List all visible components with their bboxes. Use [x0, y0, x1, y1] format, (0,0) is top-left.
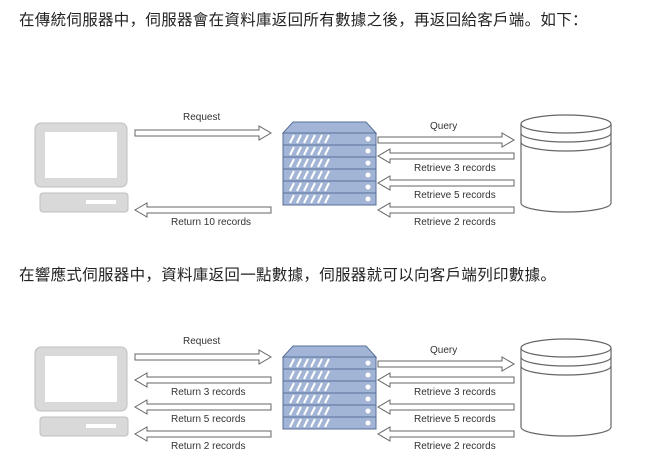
- db-return-arrow: [377, 202, 515, 218]
- db-return-arrow: [377, 175, 515, 191]
- traditional-server-diagram: Request Query Retrieve 3 records Retrieve 5…: [34, 112, 612, 228]
- query-label: Query: [430, 345, 457, 356]
- client-computer-icon: [34, 346, 129, 437]
- paragraph-reactive-server: 在響應式伺服器中，資料庫返回一點數據，伺服器就可以向客戶端列印數據。: [19, 266, 557, 284]
- query-arrow: [377, 132, 515, 148]
- client-return-arrow: [134, 372, 272, 388]
- db-return-arrow: [377, 148, 515, 164]
- server-stack-icon: [281, 121, 378, 206]
- query-label: Query: [430, 121, 457, 132]
- client-return-arrow: [134, 399, 272, 415]
- server-stack-icon: [281, 345, 378, 430]
- db-return-label: Retrieve 2 records: [414, 217, 496, 228]
- client-return-label: Return 2 records: [171, 441, 245, 452]
- client-return-label: Return 5 records: [171, 414, 245, 425]
- db-return-label: Retrieve 3 records: [414, 387, 496, 398]
- client-return-arrow: [134, 202, 272, 218]
- query-arrow: [377, 356, 515, 372]
- db-return-label: Retrieve 5 records: [414, 414, 496, 425]
- database-cylinder-icon: [520, 114, 612, 213]
- paragraph-traditional-server: 在傳統伺服器中，伺服器會在資料庫返回所有數據之後，再返回給客戶端。如下：: [19, 11, 588, 29]
- client-return-label: Return 10 records: [171, 217, 251, 228]
- db-return-label: Retrieve 2 records: [414, 441, 496, 452]
- request-arrow: [134, 349, 272, 365]
- client-return-arrow: [134, 426, 272, 442]
- reactive-server-diagram: Request Query Retrieve 3 records Retrieve 5…: [34, 336, 612, 452]
- request-arrow: [134, 125, 272, 141]
- client-return-label: Return 3 records: [171, 387, 245, 398]
- request-label: Request: [183, 336, 220, 347]
- request-label: Request: [183, 112, 220, 123]
- db-return-label: Retrieve 3 records: [414, 163, 496, 174]
- db-return-arrow: [377, 399, 515, 415]
- db-return-arrow: [377, 426, 515, 442]
- db-return-arrow: [377, 372, 515, 388]
- database-cylinder-icon: [520, 338, 612, 437]
- db-return-label: Retrieve 5 records: [414, 190, 496, 201]
- client-computer-icon: [34, 122, 129, 213]
